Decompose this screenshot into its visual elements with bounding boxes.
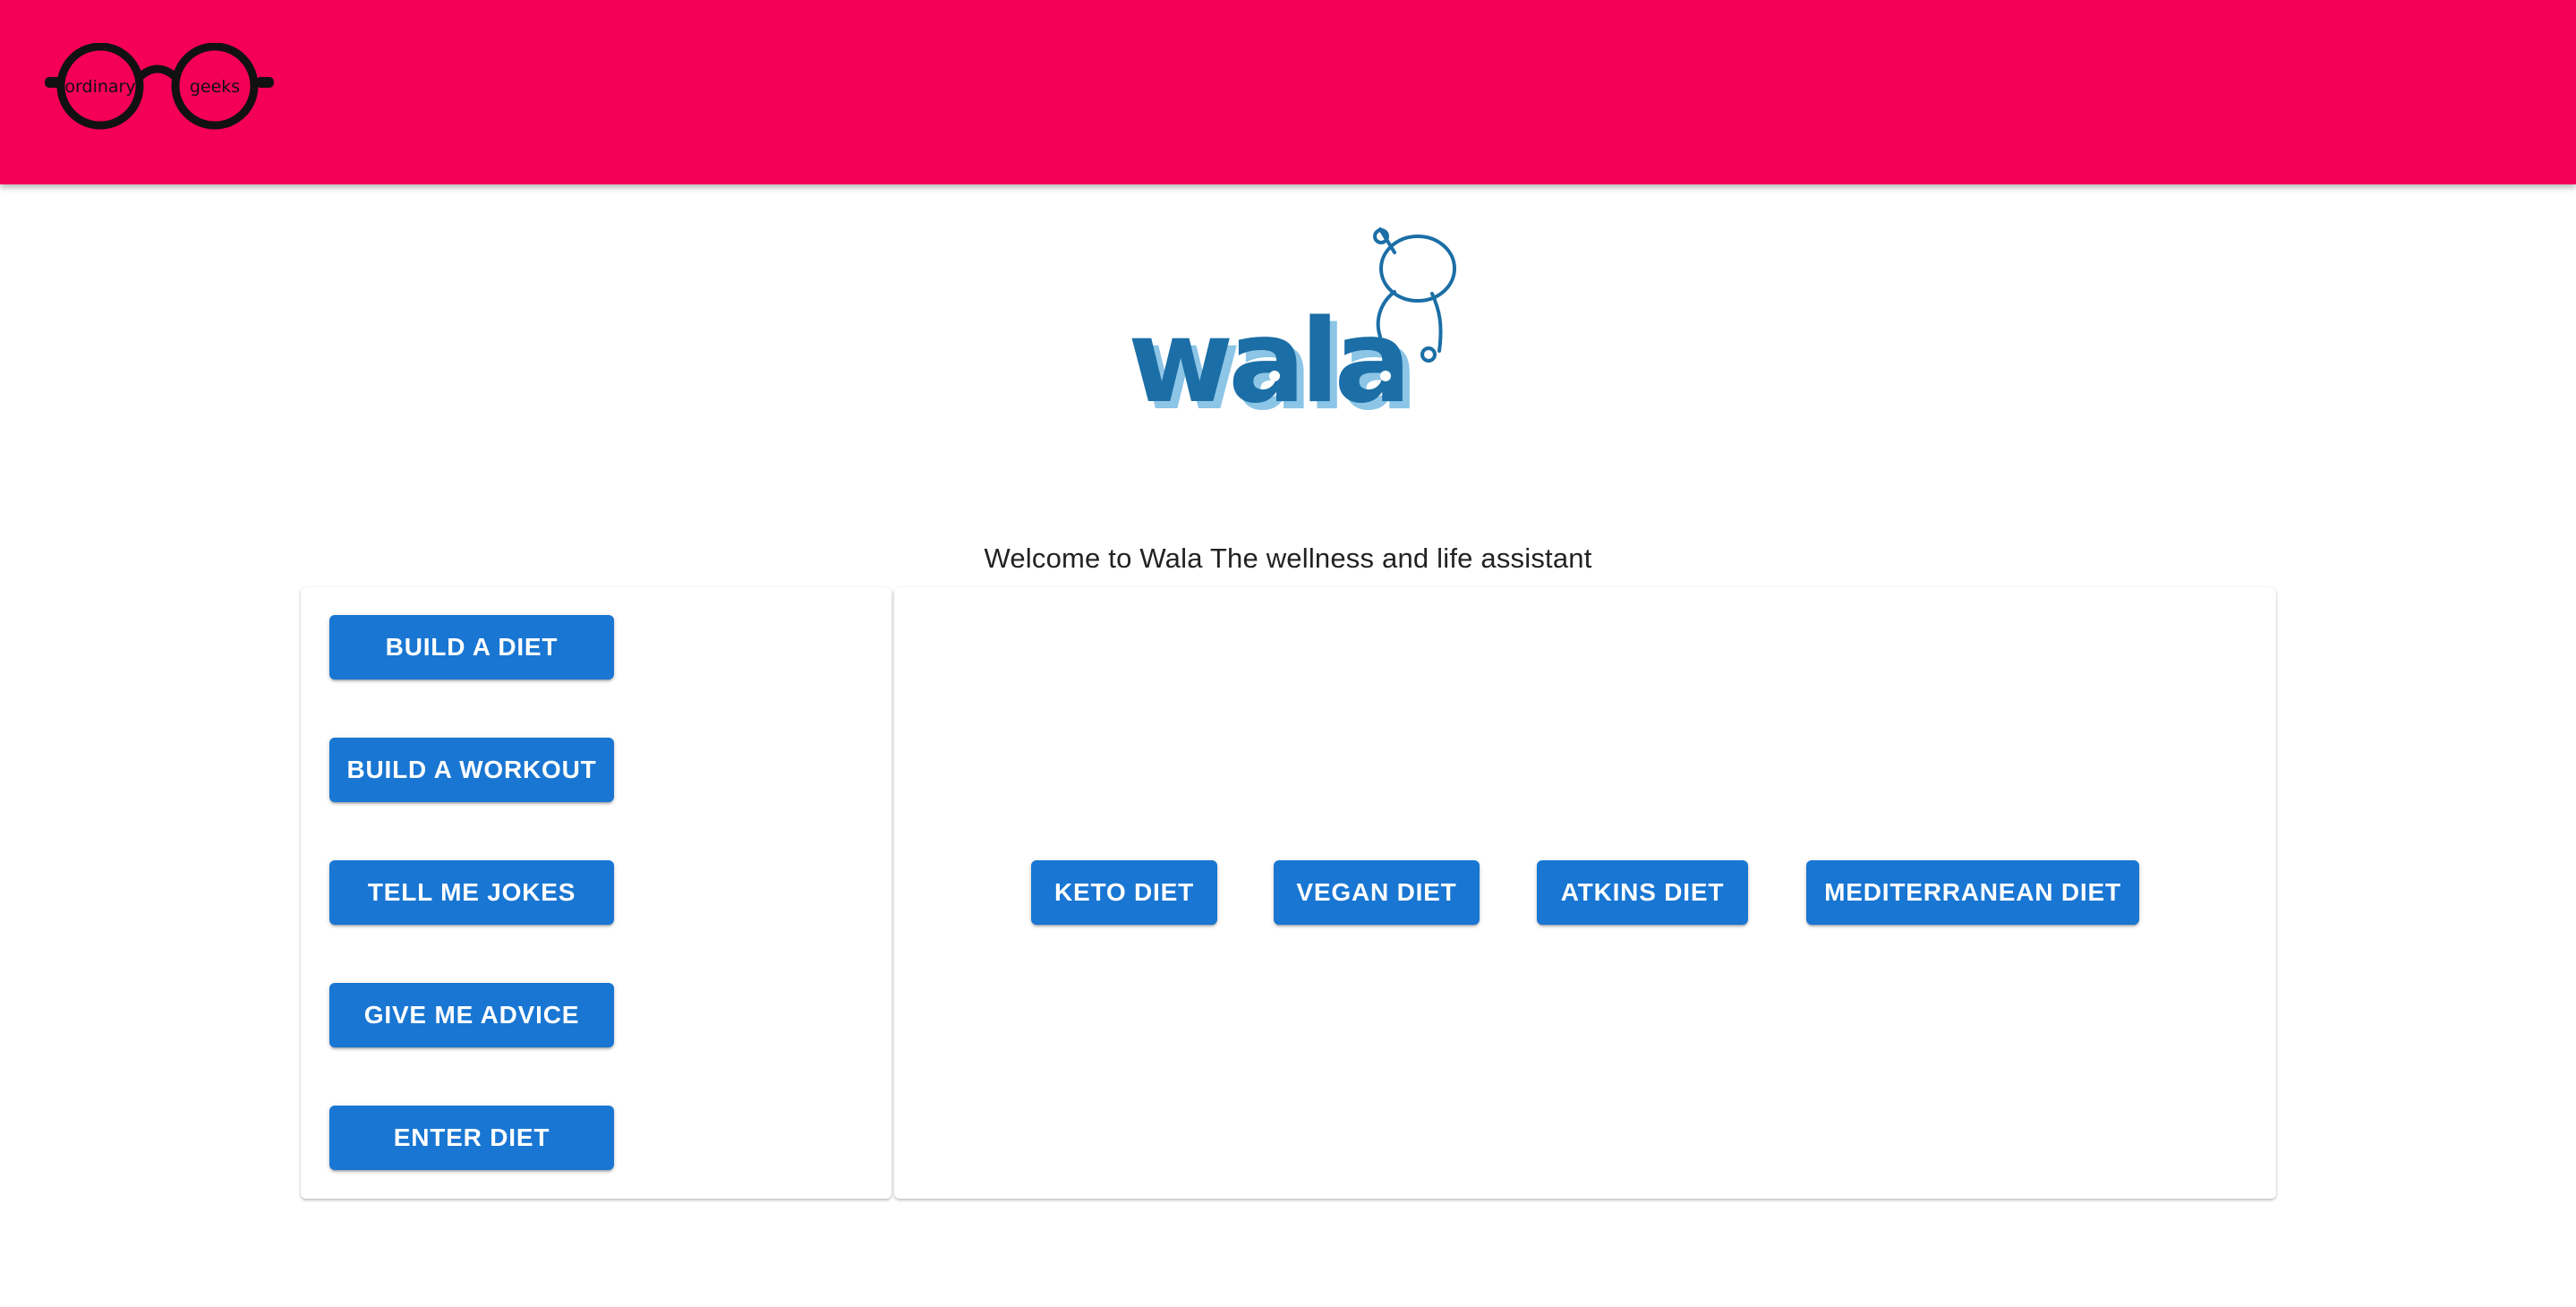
diet-options-panel: KETO DIET VEGAN DIET ATKINS DIET MEDITER…: [894, 587, 2276, 1199]
build-a-diet-button[interactable]: BUILD A DIET: [329, 615, 614, 679]
wala-logo: wala wala: [1110, 184, 1468, 436]
ordinary-geeks-glasses-logo[interactable]: ordinary geeks: [45, 43, 274, 132]
assistant-menu-panel: BUILD A DIET BUILD A WORKOUT TELL ME JOK…: [301, 587, 891, 1199]
enter-diet-button[interactable]: ENTER DIET: [329, 1106, 614, 1170]
welcome-message: Welcome to Wala The wellness and life as…: [984, 542, 1592, 574]
tell-me-jokes-button[interactable]: TELL ME JOKES: [329, 860, 614, 925]
give-me-advice-button[interactable]: GIVE ME ADVICE: [329, 983, 614, 1047]
mediterranean-diet-button[interactable]: MEDITERRANEAN DIET: [1806, 860, 2139, 925]
brand-right-text: geeks: [190, 77, 240, 97]
wala-logo-text: wala: [1128, 295, 1406, 417]
atkins-diet-button[interactable]: ATKINS DIET: [1537, 860, 1748, 925]
brand-left-text: ordinary: [64, 77, 135, 97]
vegan-diet-button[interactable]: VEGAN DIET: [1274, 860, 1480, 925]
app-header: ordinary geeks: [0, 0, 2576, 184]
build-a-workout-button[interactable]: BUILD A WORKOUT: [329, 738, 614, 802]
keto-diet-button[interactable]: KETO DIET: [1031, 860, 1217, 925]
